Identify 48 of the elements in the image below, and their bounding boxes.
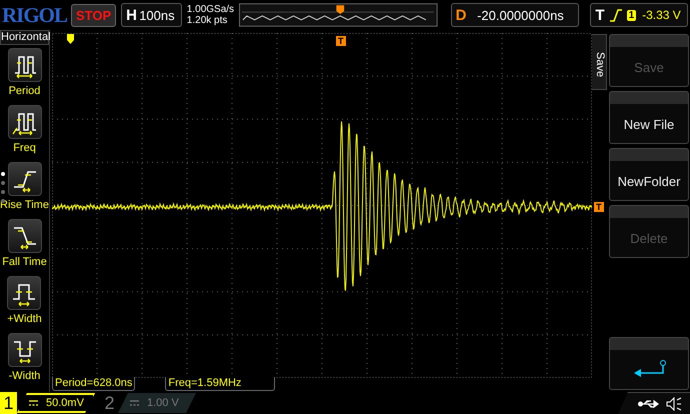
measurement-readout: Freq=1.59MHz bbox=[165, 377, 276, 391]
freq-measure-icon bbox=[8, 105, 42, 139]
channel-marker-icon bbox=[66, 34, 75, 44]
delay-label: D bbox=[456, 6, 466, 24]
page-dot[interactable] bbox=[1, 181, 5, 185]
channel-number[interactable]: 1 bbox=[0, 392, 17, 414]
measure-button[interactable]: +Width bbox=[7, 276, 42, 330]
rise-measure-icon bbox=[8, 162, 42, 196]
channel-scale: 50.0mV bbox=[46, 397, 84, 409]
channel-scale-display[interactable]: 50.0mV bbox=[17, 393, 95, 413]
menu-button[interactable]: NewFolder bbox=[609, 148, 689, 201]
nwidth-measure-icon bbox=[8, 333, 42, 367]
back-button[interactable] bbox=[609, 337, 689, 390]
sample-rate: 1.00GSa/s bbox=[186, 4, 234, 15]
measure-button[interactable]: Period bbox=[8, 48, 42, 102]
trigger-level: -3.33 V bbox=[642, 8, 681, 22]
measure-button[interactable]: Freq bbox=[8, 105, 42, 159]
delay-value: -20.0000000ns bbox=[476, 8, 565, 22]
timebase-display[interactable]: H 100ns bbox=[121, 3, 182, 27]
speaker-icon bbox=[666, 396, 682, 410]
delay-display[interactable]: D -20.0000000ns bbox=[450, 3, 580, 27]
trigger-label: T bbox=[595, 6, 605, 24]
usb-icon bbox=[638, 398, 660, 408]
page-dot[interactable] bbox=[1, 190, 5, 194]
channel-scale: 1.00 V bbox=[147, 397, 179, 409]
period-measure-icon bbox=[8, 48, 42, 82]
timebase-value: 100ns bbox=[138, 8, 176, 22]
measure-button[interactable]: -Width bbox=[8, 333, 42, 387]
page-dot[interactable] bbox=[1, 172, 5, 176]
pwidth-measure-icon bbox=[7, 276, 42, 310]
channel-number[interactable]: 2 bbox=[101, 392, 118, 414]
dc-coupling-icon bbox=[29, 400, 38, 406]
measurement-readout: Period=628.0ns bbox=[52, 377, 136, 391]
run-stop-button[interactable]: STOP bbox=[71, 4, 116, 26]
timebase-label: H bbox=[126, 6, 138, 24]
brand-logo: RIGOL bbox=[2, 2, 66, 28]
sidebar-title: Horizontal bbox=[0, 30, 49, 45]
trigger-display[interactable]: T 1 -3.33 V bbox=[590, 3, 688, 27]
menu-button[interactable]: New File bbox=[609, 91, 689, 144]
trigger-level-marker[interactable]: T bbox=[594, 202, 604, 212]
trigger-position-marker[interactable]: T bbox=[336, 36, 346, 46]
memory-depth: 1.20k pts bbox=[186, 15, 228, 26]
measure-button[interactable]: Rise Time bbox=[0, 162, 49, 216]
trigger-source-badge: 1 bbox=[626, 10, 636, 20]
page-dot[interactable] bbox=[1, 199, 5, 203]
measure-button[interactable]: Fall Time bbox=[2, 219, 47, 273]
fall-measure-icon bbox=[8, 219, 42, 253]
dc-coupling-icon bbox=[130, 400, 139, 406]
